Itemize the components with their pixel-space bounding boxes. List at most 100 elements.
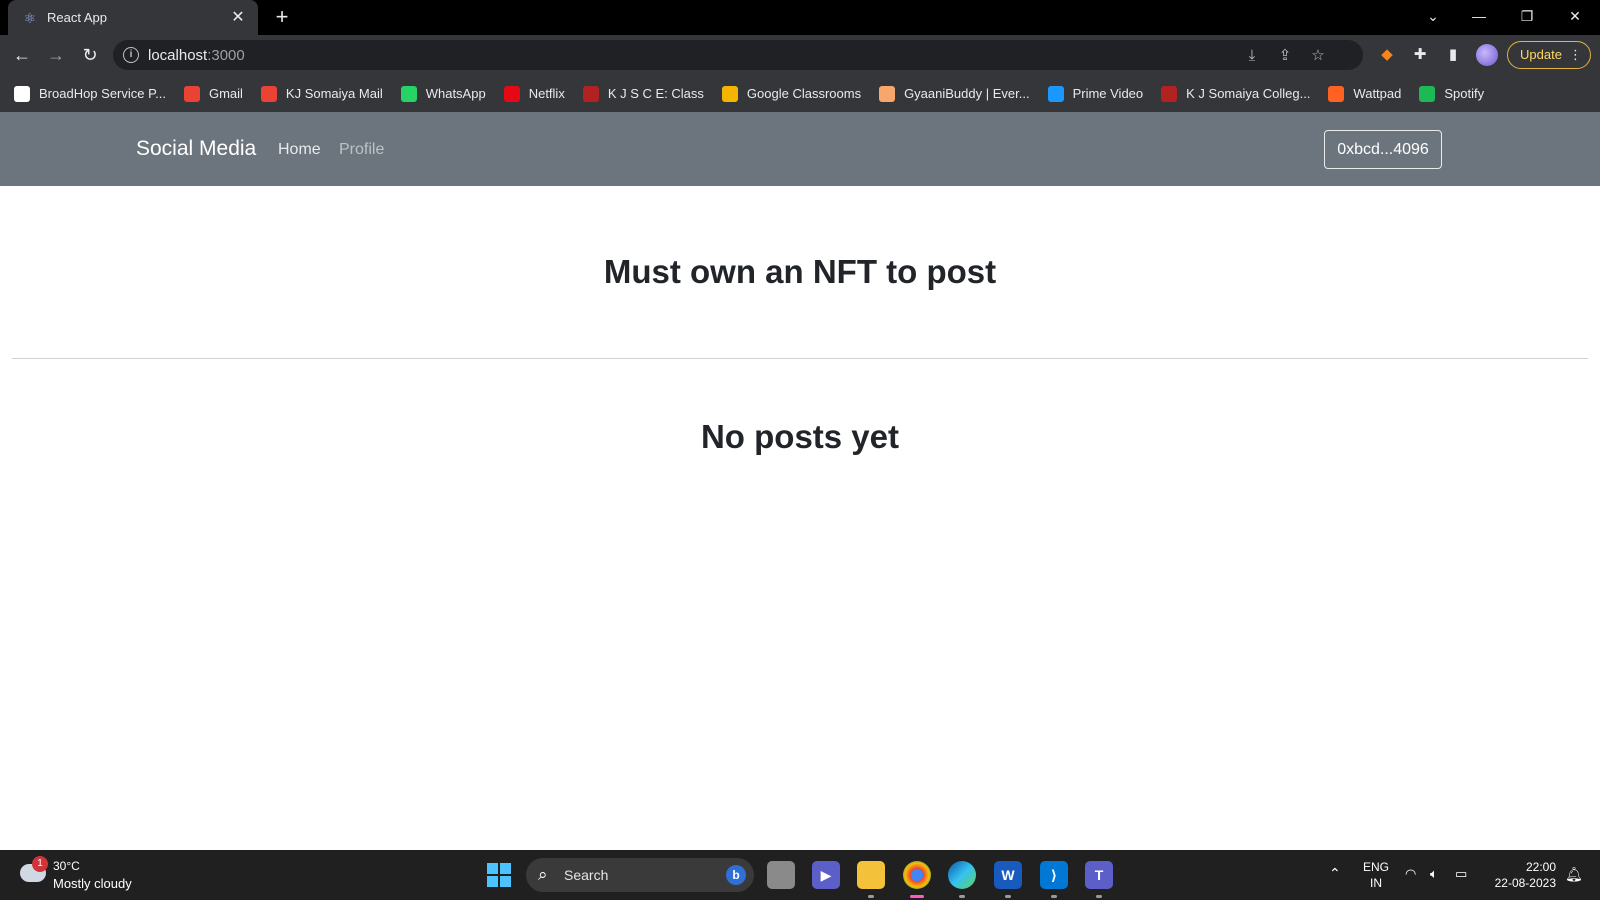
file-explorer-icon[interactable] xyxy=(857,861,885,889)
prime-video-icon xyxy=(1047,85,1064,102)
bookmark-label: Gmail xyxy=(208,86,243,101)
bookmark-item[interactable]: Prime Video xyxy=(1047,85,1144,102)
clock-date: 22-08-2023 xyxy=(1494,876,1556,890)
whatsapp-icon xyxy=(400,85,417,102)
active-indicator xyxy=(910,895,924,898)
bookmark-item[interactable]: WhatsApp xyxy=(400,85,486,102)
gmail-icon xyxy=(183,85,200,102)
task-view-icon[interactable] xyxy=(767,861,795,889)
bookmark-item[interactable]: Netflix xyxy=(503,85,565,102)
bookmark-label: Google Classrooms xyxy=(746,86,862,101)
netflix-icon xyxy=(503,85,520,102)
edge-icon[interactable] xyxy=(948,861,976,889)
windows-logo-tile xyxy=(487,863,498,874)
wifi-icon[interactable]: ◠ xyxy=(1405,866,1416,882)
bookmark-item[interactable]: Google Classrooms xyxy=(721,85,862,102)
install-app-icon[interactable]: ⤓ xyxy=(1243,47,1261,65)
browser-toolbar: ← → ↻ i localhost:3000 ⤓ ⇪ ☆ ◆ ✚ ▮ Updat… xyxy=(0,35,1600,75)
new-tab-button[interactable]: + xyxy=(271,6,293,28)
bookmark-label: GyaaniBuddy | Ever... xyxy=(904,86,1030,101)
address-bar[interactable]: i localhost:3000 ⤓ ⇪ ☆ xyxy=(113,40,1363,70)
site-info-icon[interactable]: i xyxy=(123,47,139,63)
menu-dots-icon[interactable]: ⋮ xyxy=(1569,42,1582,68)
search-label: Search xyxy=(564,867,609,883)
classroom-icon xyxy=(721,85,738,102)
language-indicator[interactable]: ENG IN xyxy=(1363,859,1389,891)
bing-icon[interactable]: b xyxy=(726,865,746,885)
weather-description[interactable]: Mostly cloudy xyxy=(53,876,132,891)
running-indicator xyxy=(1051,895,1057,898)
extensions-icon[interactable]: ✚ xyxy=(1410,45,1430,65)
vscode-icon[interactable]: ⟩ xyxy=(1040,861,1068,889)
wattpad-icon xyxy=(1328,85,1345,102)
chat-icon[interactable]: ▶ xyxy=(812,861,840,889)
bookmark-label: Spotify xyxy=(1444,86,1485,101)
clock-time: 22:00 xyxy=(1525,860,1556,874)
show-hidden-icons[interactable]: ⌃ xyxy=(1329,865,1341,882)
broadhop-icon xyxy=(14,85,30,102)
restore-button[interactable]: ❐ xyxy=(1504,0,1550,32)
teams-icon[interactable]: T xyxy=(1085,861,1113,889)
close-tab-icon[interactable]: ✕ xyxy=(228,8,248,28)
brand-link[interactable]: Social Media xyxy=(136,137,256,161)
somaiya-icon xyxy=(1161,85,1178,102)
notifications-icon[interactable]: 🔔︎ xyxy=(1565,866,1583,883)
word-icon[interactable]: W xyxy=(994,861,1022,889)
tab-title: React App xyxy=(47,10,107,25)
bookmark-label: KJ Somaiya Mail xyxy=(285,86,383,101)
bookmark-item[interactable]: GyaaniBuddy | Ever... xyxy=(879,85,1030,102)
temperature[interactable]: 30°C xyxy=(53,859,80,873)
bookmark-item[interactable]: K J Somaiya Colleg... xyxy=(1161,85,1310,102)
windows-logo-tile xyxy=(500,863,511,874)
running-indicator xyxy=(1005,895,1011,898)
bookmark-item[interactable]: Spotify xyxy=(1419,85,1485,102)
volume-icon[interactable]: 🔈︎ xyxy=(1430,866,1438,882)
battery-icon[interactable]: ▭ xyxy=(1455,866,1467,882)
bookmark-item[interactable]: K J S C E: Class xyxy=(582,85,704,102)
profile-avatar[interactable] xyxy=(1476,44,1498,66)
running-indicator xyxy=(959,895,965,898)
bookmark-label: Prime Video xyxy=(1072,86,1144,101)
metamask-icon[interactable]: ◆ xyxy=(1377,45,1397,65)
windows-logo-tile xyxy=(487,876,498,887)
minimize-button[interactable]: — xyxy=(1456,0,1502,32)
windows-logo-tile xyxy=(500,876,511,887)
side-panel-icon[interactable]: ▮ xyxy=(1443,45,1463,65)
clock[interactable]: 22:00 22-08-2023 xyxy=(1488,859,1556,891)
spotify-icon xyxy=(1419,85,1436,102)
chrome-icon[interactable] xyxy=(903,861,931,889)
reload-icon[interactable]: ↻ xyxy=(78,43,102,67)
share-icon[interactable]: ⇪ xyxy=(1276,47,1294,65)
bookmark-item[interactable]: BroadHop Service P... xyxy=(14,85,166,102)
bookmark-item[interactable]: KJ Somaiya Mail xyxy=(260,85,383,102)
url-port: :3000 xyxy=(207,47,245,64)
windows-taskbar: 1 30°C Mostly cloudy ⌕ Search b ▶ W ⟩ T … xyxy=(0,850,1600,900)
tab-react-app[interactable]: ⚛ React App ✕ xyxy=(8,0,258,35)
running-indicator xyxy=(1096,895,1102,898)
bookmark-item[interactable]: Gmail xyxy=(183,85,243,102)
tab-search-icon[interactable]: ⌄ xyxy=(1410,0,1456,32)
bookmark-label: Netflix xyxy=(528,86,565,101)
app-navbar: Social Media Home Profile 0xbcd...4096 xyxy=(0,112,1600,186)
back-icon[interactable]: ← xyxy=(10,43,34,67)
start-button[interactable] xyxy=(487,863,511,887)
bookmark-label: K J S C E: Class xyxy=(607,86,704,101)
update-button[interactable]: Update ⋮ xyxy=(1507,41,1591,69)
bookmark-label: Wattpad xyxy=(1353,86,1402,101)
close-window-button[interactable]: ✕ xyxy=(1552,0,1598,32)
update-label: Update xyxy=(1520,47,1562,62)
forward-icon[interactable]: → xyxy=(44,43,68,67)
wallet-address-button[interactable]: 0xbcd...4096 xyxy=(1324,130,1442,169)
react-icon: ⚛ xyxy=(23,9,37,26)
bookmarks-bar: BroadHop Service P... Gmail KJ Somaiya Mai… xyxy=(0,75,1600,112)
bookmark-item[interactable]: Wattpad xyxy=(1328,85,1402,102)
taskbar-search[interactable]: ⌕ Search b xyxy=(526,858,754,892)
nav-profile-link[interactable]: Profile xyxy=(339,141,384,159)
gyaanibuddy-icon xyxy=(879,85,896,102)
weather-badge: 1 xyxy=(32,856,48,872)
class-icon xyxy=(582,85,599,102)
browser-tab-strip: ⚛ React App ✕ + ⌄ — ❐ ✕ xyxy=(0,0,1600,35)
nav-home-link[interactable]: Home xyxy=(278,141,321,159)
no-posts-message: No posts yet xyxy=(700,418,900,455)
bookmark-star-icon[interactable]: ☆ xyxy=(1309,47,1327,65)
